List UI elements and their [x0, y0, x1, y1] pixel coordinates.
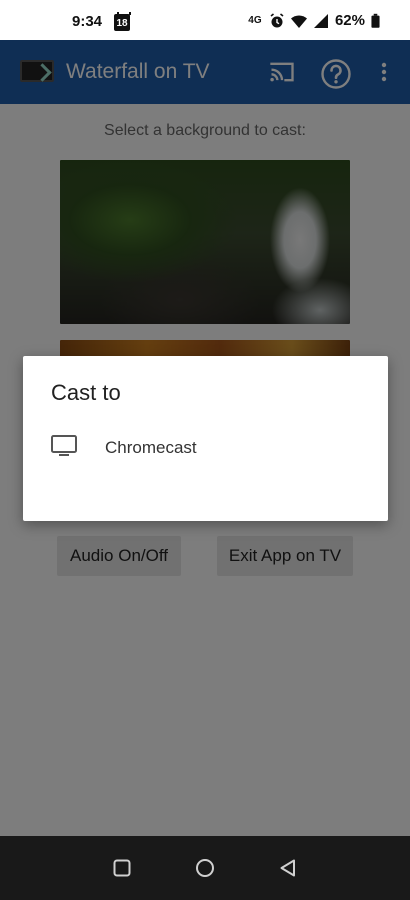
system-nav-bar [0, 836, 410, 900]
recents-icon[interactable] [112, 858, 132, 878]
calendar-icon: 18 [114, 12, 131, 31]
route-label: Chromecast [105, 438, 197, 457]
alarm-icon [270, 12, 284, 27]
back-icon[interactable] [278, 858, 298, 878]
battery-icon [371, 13, 380, 28]
battery-percent: 62% [334, 12, 365, 29]
status-bar: 9:34 18 4G 62% [0, 0, 410, 40]
status-time: 9:34 [72, 13, 103, 30]
dialog-title: Cast to [51, 380, 121, 405]
wifi-icon [290, 15, 307, 28]
cast-route-chromecast[interactable]: Chromecast [23, 426, 388, 468]
tv-icon [51, 435, 77, 456]
status-icons: 4G 62% [247, 12, 380, 29]
network-type-label: 4G [248, 14, 262, 26]
cast-dialog: Cast to Chromecast [23, 356, 388, 521]
home-icon[interactable] [195, 858, 215, 878]
signal-icon [313, 13, 328, 28]
